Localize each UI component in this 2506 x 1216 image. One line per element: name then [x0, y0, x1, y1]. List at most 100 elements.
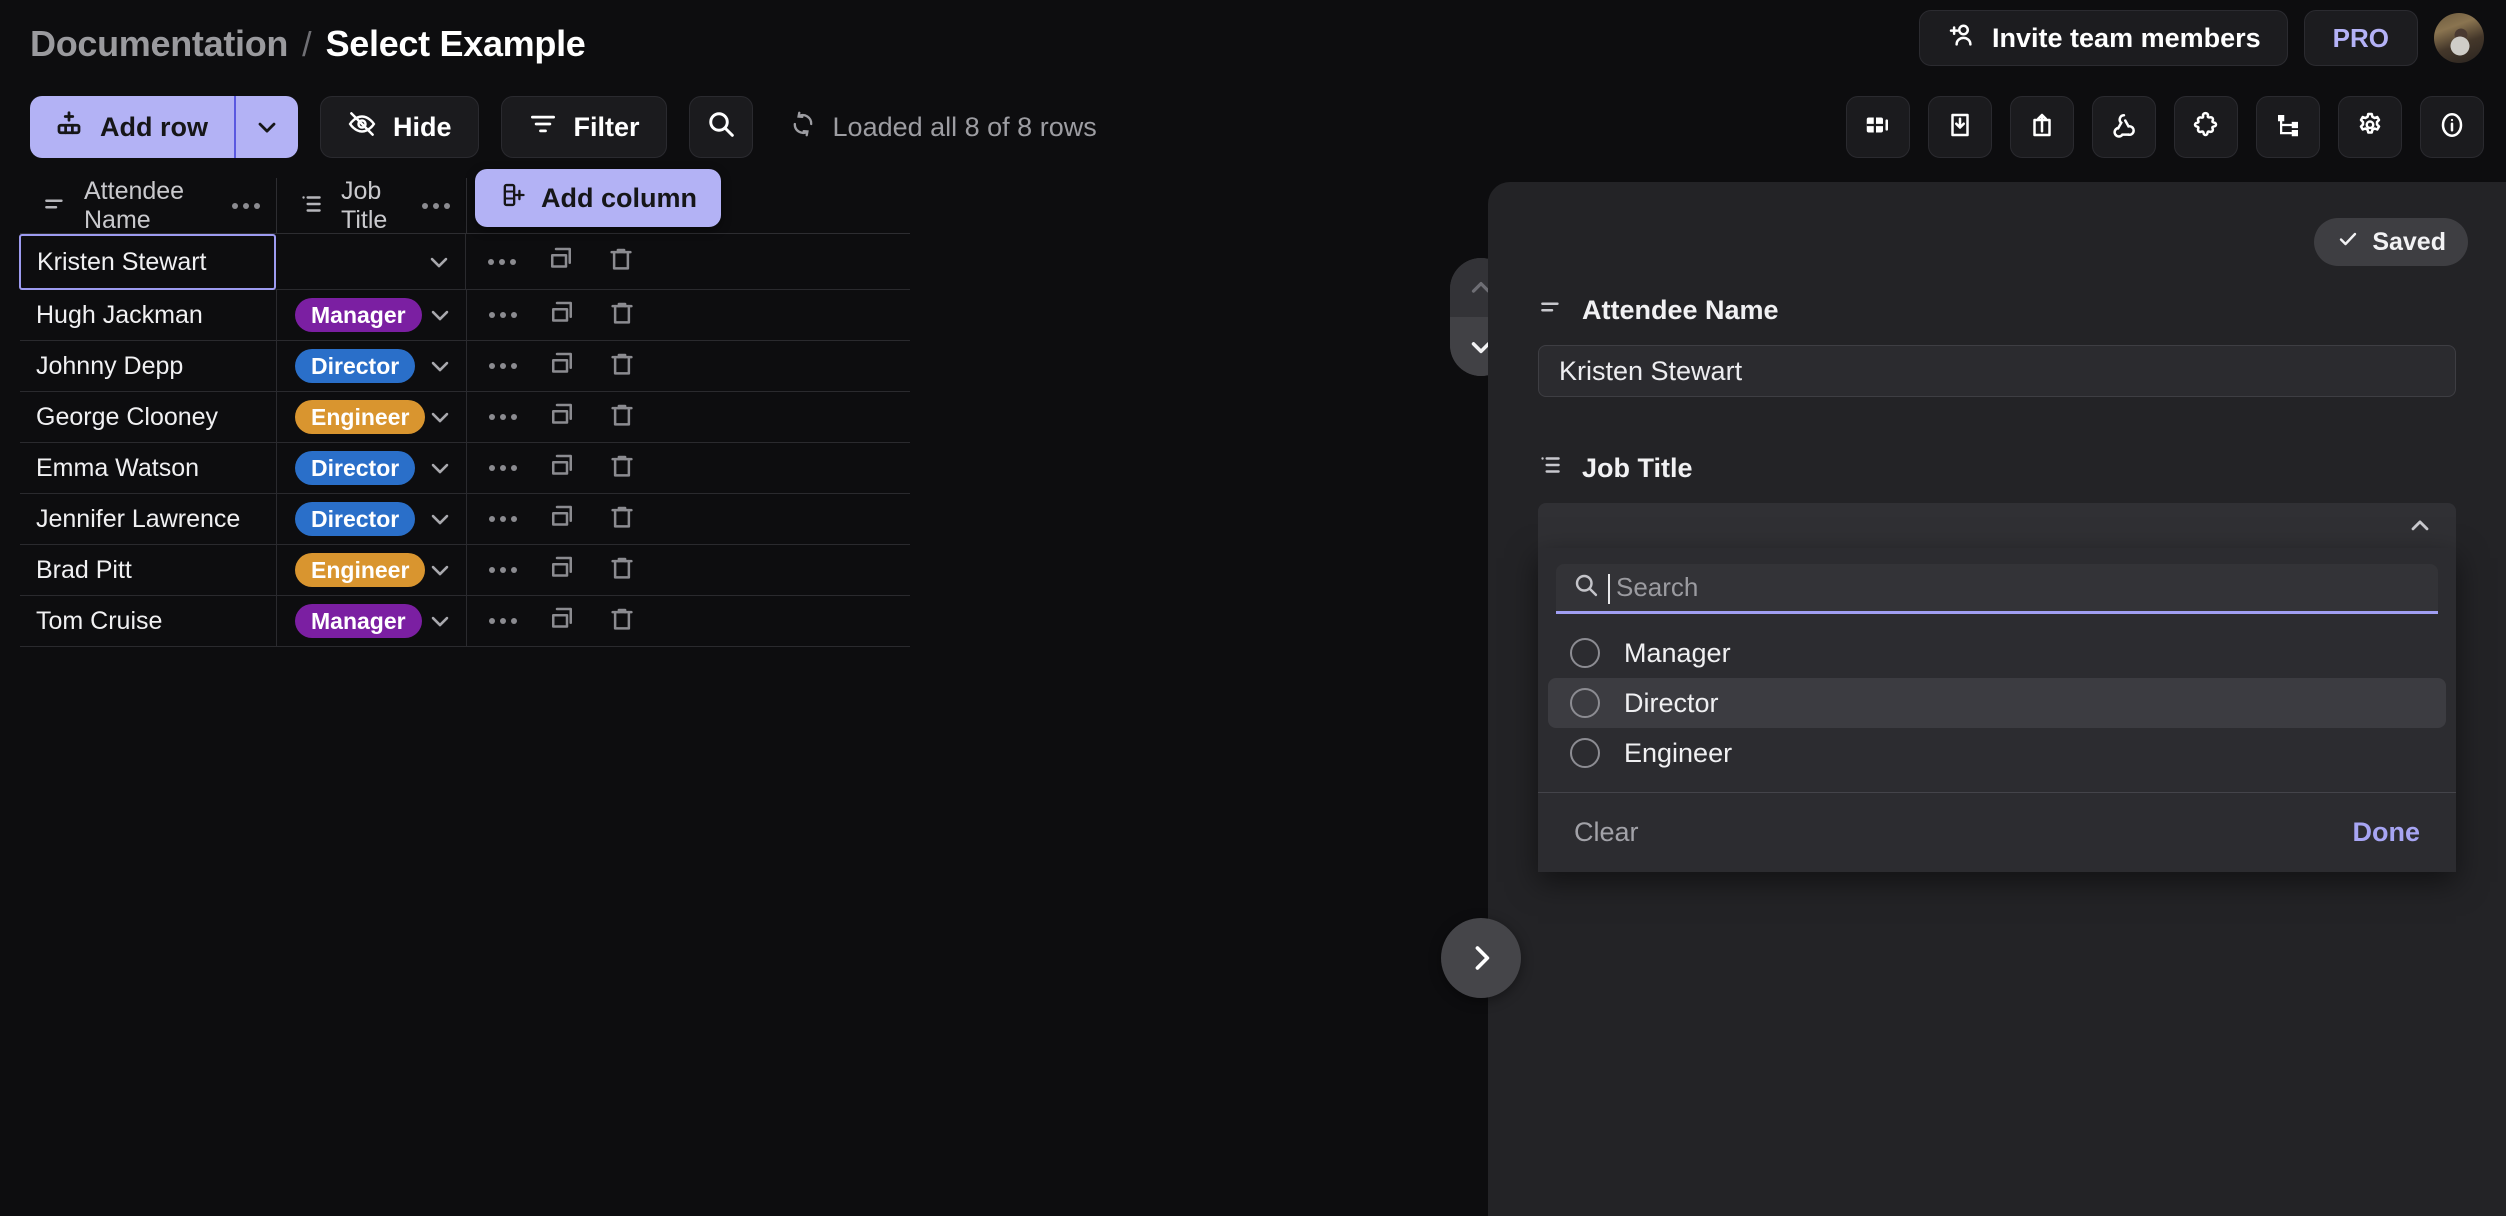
- avatar[interactable]: [2434, 13, 2484, 63]
- duplicate-row-icon[interactable]: [547, 349, 577, 384]
- row-actions: [467, 494, 667, 544]
- chevron-down-icon[interactable]: [426, 352, 454, 380]
- column-header-job-title[interactable]: Job Title: [277, 177, 467, 234]
- field-label: Attendee Name: [1538, 294, 2456, 327]
- cell-job-title[interactable]: Engineer: [277, 545, 467, 595]
- filter-button[interactable]: Filter: [500, 96, 667, 158]
- delete-row-icon[interactable]: [607, 553, 637, 588]
- table-row[interactable]: Hugh Jackman Manager: [20, 290, 910, 341]
- row-menu-button[interactable]: [489, 363, 517, 369]
- text-cursor: [1608, 574, 1610, 604]
- cell-job-title[interactable]: Manager: [277, 596, 467, 646]
- dropdown-option[interactable]: Director: [1548, 678, 2446, 728]
- column-menu-button[interactable]: [422, 203, 450, 209]
- duplicate-row-icon[interactable]: [547, 553, 577, 588]
- webhook-icon-button[interactable]: [2092, 96, 2156, 158]
- cell-attendee-name[interactable]: Emma Watson: [20, 443, 277, 493]
- row-menu-button[interactable]: [489, 465, 517, 471]
- chevron-down-icon[interactable]: [426, 301, 454, 329]
- cell-job-title[interactable]: Director: [277, 443, 467, 493]
- cell-job-title[interactable]: Engineer: [277, 392, 467, 442]
- chevron-down-icon[interactable]: [426, 505, 454, 533]
- hierarchy-icon-button[interactable]: [2256, 96, 2320, 158]
- table-row[interactable]: George Clooney Engineer: [20, 392, 910, 443]
- chevron-down-icon[interactable]: [426, 454, 454, 482]
- cell-attendee-name[interactable]: Tom Cruise: [20, 596, 277, 646]
- refresh-icon[interactable]: [789, 110, 817, 145]
- text-field-icon: [1538, 294, 1564, 327]
- done-button[interactable]: Done: [2353, 817, 2421, 848]
- cell-job-title[interactable]: [276, 234, 466, 289]
- row-menu-button[interactable]: [488, 258, 516, 265]
- cell-job-title[interactable]: Director: [277, 494, 467, 544]
- dropdown-search-field[interactable]: Search: [1556, 564, 2438, 614]
- duplicate-row-icon[interactable]: [547, 400, 577, 435]
- chevron-down-icon[interactable]: [426, 403, 454, 431]
- delete-row-icon[interactable]: [606, 244, 636, 279]
- cell-attendee-name[interactable]: Kristen Stewart: [19, 234, 276, 290]
- cell-attendee-name[interactable]: George Clooney: [20, 392, 277, 442]
- row-menu-button[interactable]: [489, 516, 517, 522]
- dropdown-option[interactable]: Manager: [1548, 628, 2446, 678]
- pro-label: PRO: [2332, 22, 2389, 53]
- grid-view-icon-button[interactable]: [1846, 96, 1910, 158]
- delete-row-icon[interactable]: [607, 502, 637, 537]
- hide-button[interactable]: Hide: [320, 96, 479, 158]
- add-row-dropdown-button[interactable]: [236, 96, 298, 158]
- chevron-down-icon[interactable]: [426, 607, 454, 635]
- delete-row-icon[interactable]: [607, 349, 637, 384]
- pro-badge-button[interactable]: PRO: [2303, 10, 2418, 66]
- breadcrumb-parent[interactable]: Documentation: [30, 23, 288, 65]
- duplicate-row-icon[interactable]: [547, 604, 577, 639]
- duplicate-row-icon[interactable]: [547, 451, 577, 486]
- delete-row-icon[interactable]: [607, 451, 637, 486]
- gear-icon-button[interactable]: [2338, 96, 2402, 158]
- row-actions: [467, 290, 667, 340]
- add-row-button[interactable]: Add row: [30, 96, 234, 158]
- expand-panel-button[interactable]: [1441, 918, 1521, 998]
- cell-attendee-name[interactable]: Johnny Depp: [20, 341, 277, 391]
- column-header-attendee-name[interactable]: Attendee Name: [20, 177, 277, 234]
- table-row[interactable]: Jennifer Lawrence Director: [20, 494, 910, 545]
- delete-row-icon[interactable]: [607, 604, 637, 639]
- invite-team-members-button[interactable]: Invite team members: [1919, 10, 2288, 66]
- chevron-up-icon: [2406, 512, 2434, 545]
- cell-attendee-name[interactable]: Jennifer Lawrence: [20, 494, 277, 544]
- row-menu-button[interactable]: [489, 414, 517, 420]
- info-icon: [2437, 110, 2467, 145]
- table-row[interactable]: Johnny Depp Director: [20, 341, 910, 392]
- cell-attendee-name[interactable]: Brad Pitt: [20, 545, 277, 595]
- info-icon-button[interactable]: [2420, 96, 2484, 158]
- delete-row-icon[interactable]: [607, 298, 637, 333]
- duplicate-row-icon[interactable]: [547, 502, 577, 537]
- column-menu-button[interactable]: [232, 203, 260, 209]
- row-menu-button[interactable]: [489, 567, 517, 573]
- cell-attendee-name[interactable]: Hugh Jackman: [20, 290, 277, 340]
- extension-icon-button[interactable]: [2174, 96, 2238, 158]
- duplicate-row-icon[interactable]: [547, 298, 577, 333]
- row-menu-button[interactable]: [489, 618, 517, 624]
- delete-row-icon[interactable]: [607, 400, 637, 435]
- chevron-down-icon[interactable]: [425, 248, 453, 276]
- dropdown-options-list: Manager Director Engineer: [1538, 628, 2456, 778]
- field-job-title: Job Title: [1538, 452, 2456, 557]
- add-row-button-group[interactable]: Add row: [30, 96, 298, 158]
- chevron-down-icon[interactable]: [426, 556, 454, 584]
- clear-button[interactable]: Clear: [1574, 817, 1639, 848]
- table-row[interactable]: Brad Pitt Engineer: [20, 545, 910, 596]
- cell-job-title[interactable]: Director: [277, 341, 467, 391]
- table-row[interactable]: Kristen Stewart: [19, 234, 910, 290]
- add-column-button[interactable]: Add column: [475, 169, 721, 227]
- duplicate-row-icon[interactable]: [546, 244, 576, 279]
- download-icon-button[interactable]: [1928, 96, 1992, 158]
- search-button[interactable]: [688, 96, 753, 158]
- table-row[interactable]: Tom Cruise Manager: [20, 596, 910, 647]
- field-label: Job Title: [1538, 452, 2456, 485]
- attendee-name-input[interactable]: Kristen Stewart: [1538, 345, 2456, 397]
- dropdown-option[interactable]: Engineer: [1548, 728, 2446, 778]
- cell-job-title[interactable]: Manager: [277, 290, 467, 340]
- table-row[interactable]: Emma Watson Director: [20, 443, 910, 494]
- column-header-label: Attendee Name: [84, 177, 185, 234]
- upload-icon-button[interactable]: [2010, 96, 2074, 158]
- row-menu-button[interactable]: [489, 312, 517, 318]
